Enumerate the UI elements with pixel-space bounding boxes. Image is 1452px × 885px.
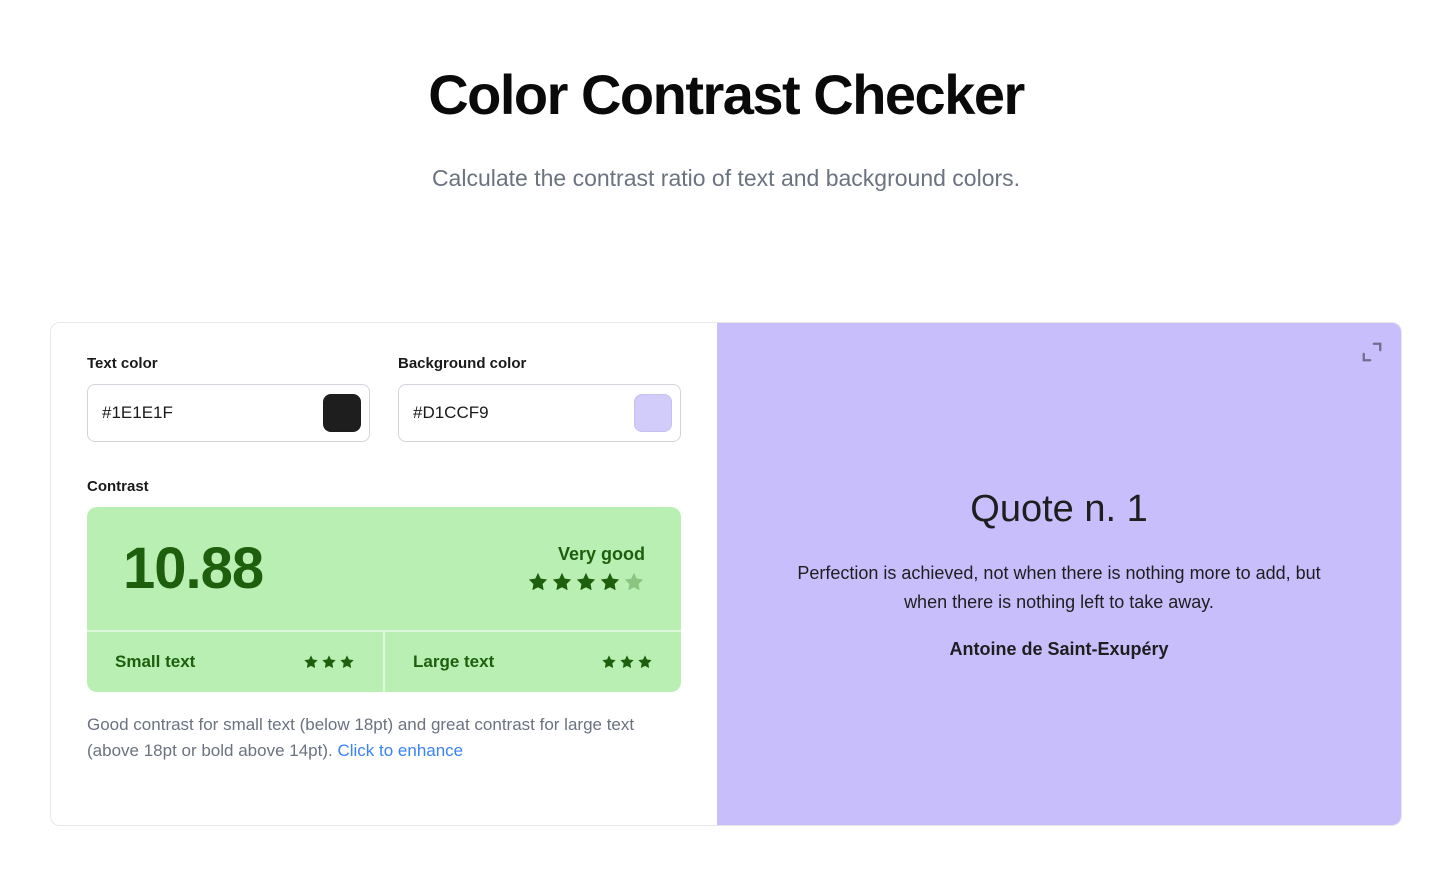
text-color-input-wrapper (87, 384, 370, 442)
contrast-label: Contrast (87, 478, 681, 495)
expand-icon[interactable] (1361, 341, 1383, 363)
large-text-result: Large text (385, 632, 681, 692)
quote-title: Quote n. 1 (970, 488, 1147, 531)
background-color-label: Background color (398, 355, 681, 372)
enhance-link[interactable]: Click to enhance (337, 741, 463, 760)
background-color-input[interactable] (413, 403, 634, 423)
small-text-stars (303, 654, 355, 670)
contrast-box: 10.88 Very good Small text Large text (87, 507, 681, 692)
quote-author: Antoine de Saint-Exupéry (949, 639, 1168, 660)
contrast-description: Good contrast for small text (below 18pt… (87, 712, 681, 765)
contrast-ratio: 10.88 (123, 535, 263, 602)
preview-panel: Quote n. 1 Perfection is achieved, not w… (717, 323, 1401, 825)
large-text-label: Large text (413, 652, 494, 672)
page-title: Color Contrast Checker (0, 62, 1452, 127)
text-color-group: Text color (87, 355, 370, 442)
star-icon (303, 654, 319, 670)
large-text-stars (601, 654, 653, 670)
background-color-input-wrapper (398, 384, 681, 442)
text-color-swatch[interactable] (323, 394, 361, 432)
main-panel: Text color Background color Contrast 10.… (50, 322, 1402, 826)
star-icon (619, 654, 635, 670)
star-icon (527, 571, 549, 593)
star-icon (321, 654, 337, 670)
star-icon (623, 571, 645, 593)
text-color-input[interactable] (102, 403, 323, 423)
main-stars (527, 571, 645, 593)
star-icon (575, 571, 597, 593)
star-icon (601, 654, 617, 670)
quote-text: Perfection is achieved, not when there i… (779, 559, 1339, 617)
star-icon (637, 654, 653, 670)
contrast-rating: Very good (527, 544, 645, 593)
star-icon (339, 654, 355, 670)
rating-text: Very good (527, 544, 645, 565)
page-subtitle: Calculate the contrast ratio of text and… (0, 165, 1452, 192)
star-icon (599, 571, 621, 593)
contrast-section: Contrast 10.88 Very good Small text Lar (87, 478, 681, 765)
controls-panel: Text color Background color Contrast 10.… (51, 323, 717, 825)
small-text-result: Small text (87, 632, 385, 692)
contrast-main: 10.88 Very good (87, 507, 681, 630)
background-color-swatch[interactable] (634, 394, 672, 432)
small-text-label: Small text (115, 652, 195, 672)
star-icon (551, 571, 573, 593)
background-color-group: Background color (398, 355, 681, 442)
text-color-label: Text color (87, 355, 370, 372)
